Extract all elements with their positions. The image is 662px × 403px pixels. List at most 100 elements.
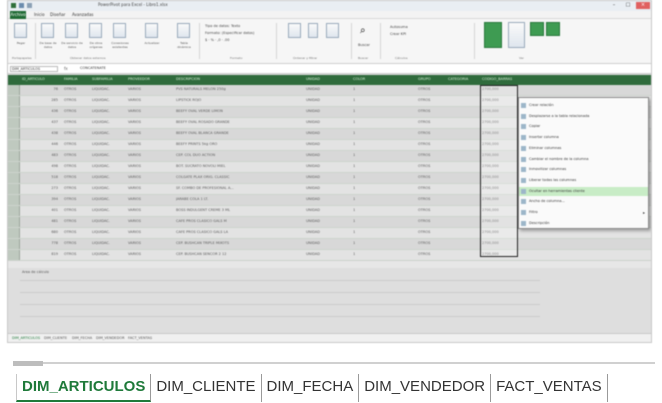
sheet-tab-fact-ventas[interactable]: FACT_VENTAS [491, 374, 608, 402]
close-button[interactable]: × [636, 2, 650, 9]
format-text[interactable]: Formato: (Especificar datos) [205, 31, 254, 35]
table-row[interactable]: 680 OTROS LIQUIDAC. VARIOS CAFE PROS CLASICO… [8, 228, 651, 239]
create-kpi-text[interactable]: Crear KPI [390, 32, 406, 36]
table-cell[interactable]: PVS NATURALS MELON 250g [176, 87, 296, 91]
selected-column[interactable] [480, 85, 518, 257]
table-cell[interactable]: OTROS [64, 120, 90, 124]
table-cell[interactable]: VARIOS [128, 208, 168, 212]
table-cell[interactable]: UNIDAD [306, 87, 346, 91]
mini-tab-dim-cliente[interactable]: DIM_CLIENTE [44, 336, 67, 340]
table-cell[interactable]: BEEFY OVAL VERDE LIMON [176, 109, 296, 113]
table-cell[interactable]: VARIOS [128, 197, 168, 201]
table-cell[interactable]: UNIDAD [306, 252, 346, 256]
table-cell[interactable]: OTROS [64, 87, 90, 91]
table-cell[interactable]: OTROS [64, 153, 90, 157]
column-header[interactable]: CODIGO_BARRAS [482, 77, 518, 81]
column-header[interactable]: COLOR [353, 77, 383, 81]
context-menu-item[interactable]: Copiar [519, 122, 648, 131]
table-cell[interactable]: OTROS [418, 230, 458, 234]
table-cell[interactable]: VARIOS [128, 120, 168, 124]
row-header[interactable] [8, 250, 20, 260]
column-header[interactable]: PROVEEDOR [128, 77, 168, 81]
row-header[interactable] [8, 173, 20, 183]
table-cell[interactable]: 436 [22, 109, 58, 113]
table-cell[interactable]: UNIDAD [306, 197, 346, 201]
table-cell[interactable]: UNIDAD [306, 241, 346, 245]
row-header[interactable] [8, 239, 20, 249]
context-menu-item[interactable]: Filtro ▸ [519, 208, 648, 217]
sheet-tab-dim-vendedor[interactable]: DIM_VENDEDOR [359, 374, 492, 402]
table-cell[interactable]: BEEFY PRINTS 5kg ORO [176, 142, 296, 146]
data-view-button[interactable] [484, 22, 502, 48]
table-cell[interactable]: LIQUIDAC. [92, 120, 126, 124]
tab-disenar[interactable]: Diseñar [50, 12, 65, 17]
table-cell[interactable]: LIQUIDAC. [92, 175, 126, 179]
table-cell[interactable]: OTROS [64, 219, 90, 223]
table-cell[interactable]: VARIOS [128, 98, 168, 102]
table-cell[interactable]: OTROS [418, 87, 458, 91]
minimize-button[interactable]: – [607, 2, 621, 9]
table-cell[interactable]: OTROS [418, 164, 458, 168]
table-cell[interactable]: 1 [353, 131, 403, 135]
formula-value[interactable]: CONCATENATE [80, 66, 106, 70]
table-cell[interactable]: 437 [22, 120, 58, 124]
table-cell[interactable]: 438 [22, 131, 58, 135]
table-cell[interactable]: 819 [22, 252, 58, 256]
column-header[interactable]: UNIDAD [306, 77, 338, 81]
mini-tab-dim-articulos[interactable]: DIM_ARTICULOS [12, 336, 40, 340]
table-cell[interactable]: OTROS [64, 131, 90, 135]
row-header[interactable] [8, 118, 20, 128]
table-cell[interactable]: LIQUIDAC. [92, 131, 126, 135]
table-cell[interactable]: OTROS [418, 175, 458, 179]
table-cell[interactable]: UNIDAD [306, 208, 346, 212]
table-cell[interactable]: 483 [22, 153, 58, 157]
table-cell[interactable]: UNIDAD [306, 186, 346, 190]
table-cell[interactable]: 518 [22, 175, 58, 179]
table-cell[interactable]: UNIDAD [306, 219, 346, 223]
file-tab[interactable]: Archivo [10, 11, 26, 19]
table-cell[interactable]: 1 [353, 230, 403, 234]
table-cell[interactable]: UNIDAD [306, 142, 346, 146]
table-cell[interactable]: VARIOS [128, 175, 168, 179]
table-cell[interactable]: OTROS [64, 241, 90, 245]
table-cell[interactable]: LIQUIDAC. [92, 186, 126, 190]
table-cell[interactable]: OTROS [64, 197, 90, 201]
table-cell[interactable]: VARIOS [128, 142, 168, 146]
table-cell[interactable]: CEP. BUSHCAN TRIPLE MIXOTS [176, 241, 296, 245]
table-cell[interactable]: 1 [353, 98, 403, 102]
row-header[interactable] [8, 228, 20, 238]
table-cell[interactable]: COLGATE PLAX ORIG. CLASSIC [176, 175, 296, 179]
mini-tab-fact-ventas[interactable]: FACT_VENTAS [128, 336, 152, 340]
table-cell[interactable]: OTROS [418, 197, 458, 201]
table-cell[interactable]: 1 [353, 208, 403, 212]
context-menu-item[interactable]: Inmovilizar columnas [519, 165, 648, 174]
table-cell[interactable]: OTROS [418, 208, 458, 212]
row-header[interactable] [8, 107, 20, 117]
find-icon[interactable]: ⌕ [360, 23, 370, 38]
table-cell[interactable]: LIQUIDAC. [92, 142, 126, 146]
name-box[interactable]: DIM_ARTICULOS [10, 66, 58, 72]
table-cell[interactable]: JARABE COLA 1 LT. [176, 197, 296, 201]
table-cell[interactable]: UNIDAD [306, 109, 346, 113]
autosum-text[interactable]: Autosuma [390, 25, 408, 29]
clear-filter-button[interactable] [308, 23, 318, 38]
table-cell[interactable]: 481 [22, 219, 58, 223]
table-cell[interactable]: LIQUIDAC. [92, 109, 126, 113]
table-cell[interactable]: LIQUIDAC. [92, 98, 126, 102]
table-cell[interactable]: LIQUIDAC. [92, 87, 126, 91]
calculation-area[interactable]: Area de cálculo [8, 268, 651, 333]
table-cell[interactable]: VARIOS [128, 153, 168, 157]
table-cell[interactable]: 1 [353, 153, 403, 157]
context-menu-item[interactable]: Eliminar columnas [519, 144, 648, 153]
table-cell[interactable]: VARIOS [128, 164, 168, 168]
row-header[interactable] [8, 129, 20, 139]
data-type-text[interactable]: Tipo de datos: Texto [205, 24, 240, 28]
table-cell[interactable]: UNIDAD [306, 120, 346, 124]
table-cell[interactable]: 1 [353, 175, 403, 179]
table-cell[interactable]: 401 [22, 208, 58, 212]
table-cell[interactable]: BEEFY OVAL BLANCA GRANDE [176, 131, 296, 135]
table-cell[interactable]: BOT. SUCRATO NOVOLI MIEL [176, 164, 296, 168]
table-cell[interactable]: OTROS [418, 131, 458, 135]
table-cell[interactable]: OTROS [418, 153, 458, 157]
column-header[interactable]: ID_ARTICULO [22, 77, 62, 81]
